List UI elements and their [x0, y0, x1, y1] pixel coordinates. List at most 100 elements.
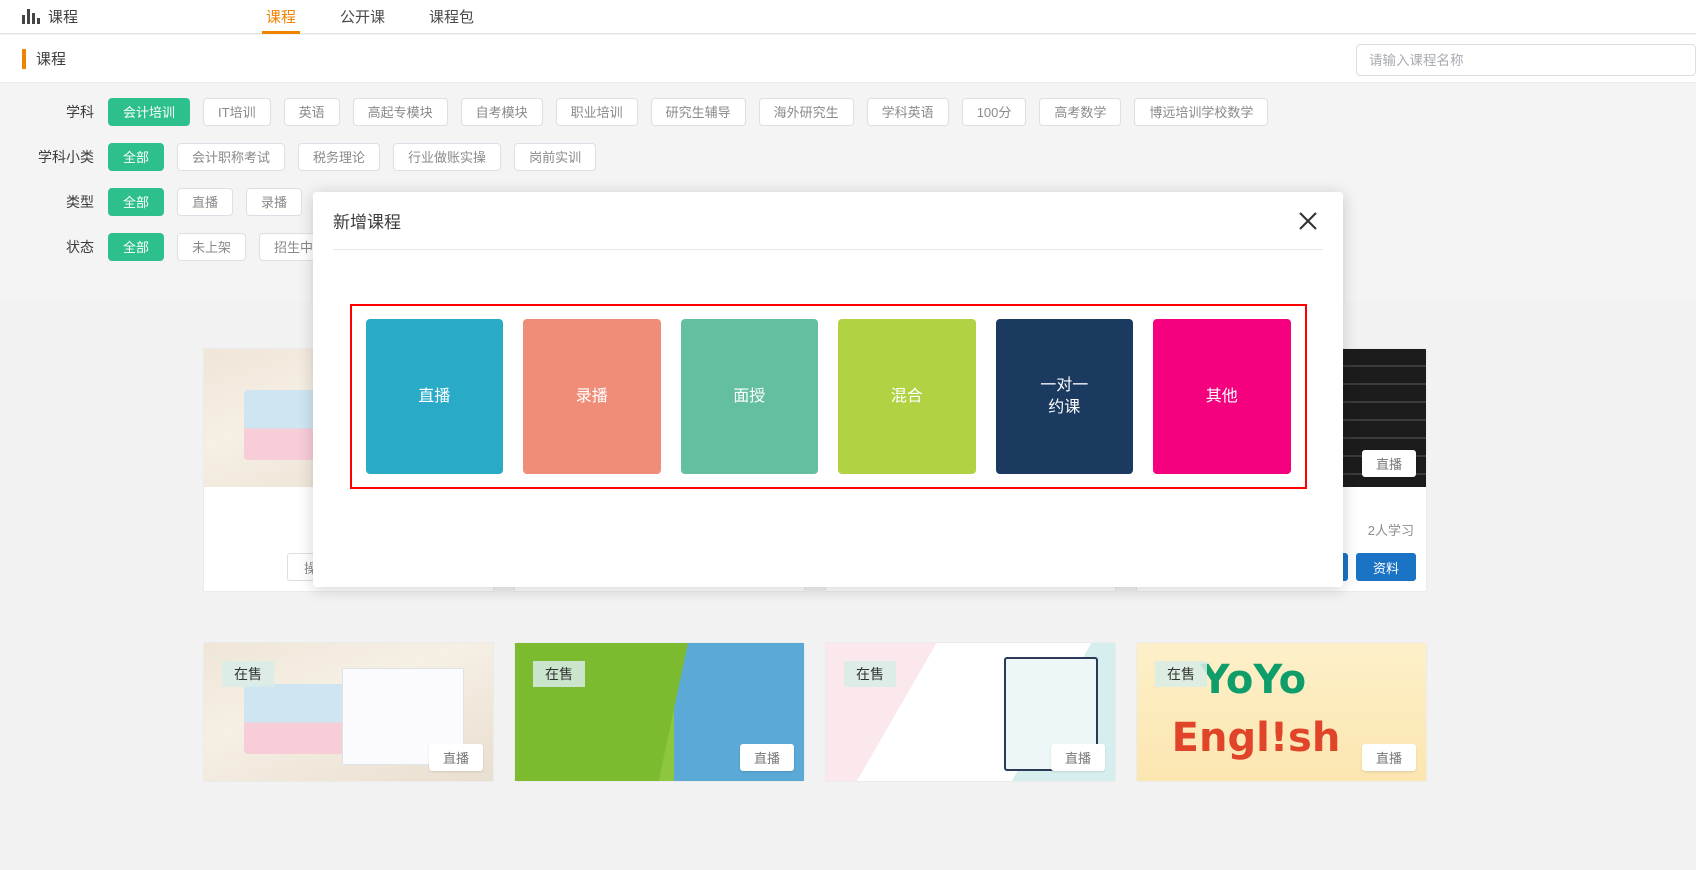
learner-count: 2人学习	[1367, 523, 1414, 538]
filter-chip-type-2[interactable]: 录播	[246, 187, 303, 216]
bar-chart-icon	[22, 9, 40, 24]
course-thumbnail: 在售 直播	[826, 643, 1115, 781]
chip-label: 高考数学	[1054, 105, 1107, 120]
chip-label: 全部	[123, 240, 150, 255]
app-root: 课程 课程 公开课 课程包 课程 学科 会计培训 IT培训 英语 高起专模	[0, 0, 1696, 870]
filter-chip-subject-1[interactable]: IT培训	[203, 97, 271, 126]
brand: 课程	[22, 6, 78, 27]
chip-label: 行业做账实操	[408, 150, 487, 165]
filter-chip-subject-10[interactable]: 高考数学	[1039, 97, 1122, 126]
chip-label: 100分	[976, 105, 1012, 120]
course-thumbnail: 在售 直播	[1137, 643, 1426, 781]
brand-label: 课程	[48, 9, 79, 26]
status-badge: 在售	[844, 661, 896, 687]
course-thumbnail: 在售 直播	[204, 643, 493, 781]
status-badge: 在售	[1155, 661, 1207, 687]
course-card[interactable]: 在售 直播	[203, 642, 494, 782]
filter-chip-subject-8[interactable]: 学科英语	[866, 97, 949, 126]
search-input[interactable]	[1356, 44, 1696, 76]
filter-row-subject: 学科 会计培训 IT培训 英语 高起专模块 自考模块 职业培训 研究生辅导 海外…	[0, 95, 1696, 128]
chip-label: 全部	[123, 150, 150, 165]
course-type-badge: 直播	[428, 744, 483, 771]
filter-chip-subject-0[interactable]: 会计培训	[108, 97, 191, 126]
filter-chip-subject-6[interactable]: 研究生辅导	[650, 97, 746, 126]
chip-label: 自考模块	[475, 105, 528, 120]
tab-gongkaike-label: 公开课	[340, 9, 386, 26]
filter-chip-subject-9[interactable]: 100分	[961, 97, 1027, 126]
filter-chip-subcategory-3[interactable]: 行业做账实操	[393, 142, 502, 171]
tile-label: 一对一 约课	[1040, 376, 1089, 416]
page-title-accent-bar	[22, 48, 26, 69]
filter-label-subject: 学科	[66, 103, 94, 120]
course-type-tile-facetoface[interactable]: 面授	[680, 319, 818, 474]
modal-body: 直播 录播 面授 混合 一对一 约课 其他	[313, 250, 1343, 489]
status-badge: 在售	[222, 661, 274, 687]
status-badge: 在售	[533, 661, 585, 687]
course-type-badge: 直播	[1361, 744, 1416, 771]
course-type-badge: 直播	[1361, 450, 1416, 477]
filter-label-type: 类型	[66, 193, 94, 210]
filter-row-subcategory: 学科小类 全部 会计职称考试 税务理论 行业做账实操 岗前实训	[0, 140, 1696, 173]
filter-chip-subcategory-1[interactable]: 会计职称考试	[177, 142, 286, 171]
filter-chip-subject-7[interactable]: 海外研究生	[758, 97, 854, 126]
filter-chip-status-1[interactable]: 未上架	[177, 232, 247, 261]
filter-chip-subject-3[interactable]: 高起专模块	[352, 97, 448, 126]
page-title: 课程	[36, 51, 67, 68]
tile-label: 其他	[1205, 387, 1238, 405]
tile-label: 直播	[418, 387, 451, 405]
chip-label: 职业培训	[570, 105, 623, 120]
chip-label: 招生中	[274, 240, 314, 255]
chip-label: 博远培训学校数学	[1149, 105, 1254, 120]
close-icon[interactable]	[1295, 208, 1321, 234]
course-card[interactable]: 在售 直播	[825, 642, 1116, 782]
top-navigation-bar: 课程 课程 公开课 课程包	[0, 0, 1696, 34]
filter-chip-subject-4[interactable]: 自考模块	[460, 97, 543, 126]
filter-chip-status-0[interactable]: 全部	[108, 232, 165, 261]
tab-kecheng[interactable]: 课程	[244, 0, 318, 34]
search-box	[1356, 44, 1696, 76]
chip-label: 未上架	[192, 240, 232, 255]
tile-label: 混合	[890, 387, 923, 405]
chip-label: IT培训	[218, 105, 256, 120]
page-header: 课程	[0, 35, 1696, 83]
chip-label: 直播	[192, 195, 219, 210]
filter-chip-subject-5[interactable]: 职业培训	[555, 97, 638, 126]
chip-label: 高起专模块	[367, 105, 433, 120]
chip-label: 岗前实训	[529, 150, 582, 165]
course-type-badge: 直播	[739, 744, 794, 771]
chip-label: 税务理论	[313, 150, 366, 165]
course-type-tile-one-on-one[interactable]: 一对一 约课	[995, 319, 1133, 474]
course-card[interactable]: 在售 直播	[1136, 642, 1427, 782]
course-type-tile-blended[interactable]: 混合	[838, 319, 976, 474]
filter-chip-type-1[interactable]: 直播	[177, 187, 234, 216]
nav-tabs: 课程 公开课 课程包	[244, 0, 496, 34]
filter-chip-subcategory-2[interactable]: 税务理论	[298, 142, 381, 171]
filter-chip-subcategory-0[interactable]: 全部	[108, 142, 165, 171]
filter-chip-subject-2[interactable]: 英语	[283, 97, 340, 126]
tile-label: 录播	[575, 387, 608, 405]
chip-label: 全部	[123, 195, 150, 210]
filter-chip-subject-11[interactable]: 博远培训学校数学	[1134, 97, 1269, 126]
filter-chip-type-0[interactable]: 全部	[108, 187, 165, 216]
tile-label: 面授	[733, 387, 766, 405]
chip-label: 会计职称考试	[192, 150, 271, 165]
tab-gongkaike[interactable]: 公开课	[318, 0, 407, 34]
course-type-tile-recorded[interactable]: 录播	[523, 319, 661, 474]
filter-label-status: 状态	[66, 238, 94, 255]
course-thumbnail: 在售 直播	[515, 643, 804, 781]
course-type-tile-other[interactable]: 其他	[1153, 319, 1291, 474]
chip-label: 研究生辅导	[665, 105, 731, 120]
course-type-highlight-frame: 直播 录播 面授 混合 一对一 约课 其他	[349, 304, 1307, 489]
modal-header: 新增课程	[333, 192, 1323, 250]
filter-chip-subcategory-4[interactable]: 岗前实训	[514, 142, 597, 171]
materials-button[interactable]: 资料	[1355, 553, 1416, 581]
chip-label: 会计培训	[123, 105, 176, 120]
course-type-tile-live[interactable]: 直播	[365, 319, 503, 474]
chip-label: 英语	[298, 105, 325, 120]
course-card-row-2: 在售 直播 在售 直播 在售 直播 YoYo Engl!sh 在售 直播	[203, 642, 1427, 782]
course-card[interactable]: 在售 直播	[514, 642, 805, 782]
add-course-modal: 新增课程 直播 录播 面授 混合 一对一 约课 其他	[313, 192, 1343, 587]
tab-kechengbao[interactable]: 课程包	[407, 0, 496, 34]
tab-kechengbao-label: 课程包	[429, 9, 475, 26]
chip-label: 学科英语	[881, 105, 934, 120]
